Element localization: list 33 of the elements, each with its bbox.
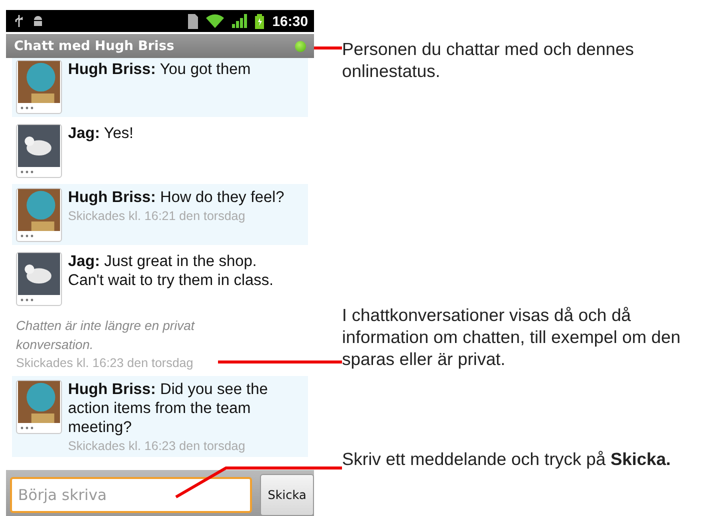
sent-timestamp: Skickades kl. 16:23 den torsdag — [68, 439, 246, 454]
message-input-field[interactable]: Börja skriva — [10, 477, 252, 513]
message-text: Hugh Briss: You got them — [68, 60, 252, 79]
callout-text: Personen du chattar med och dennes onlinestatus. — [342, 38, 635, 82]
sent-timestamp: Skickades kl. 16:21 den torsdag — [68, 209, 246, 224]
notice-text: Chatten är inte längre en privat konversation. — [16, 317, 196, 354]
signal-icon — [232, 14, 248, 28]
android-icon — [32, 14, 44, 28]
more-dots-icon — [20, 298, 34, 302]
callout-text: I chattkonversationer visas då och då information om chatten, till exempel om den sparas eller är privat. — [342, 304, 682, 370]
message-text: Jag: Yes! — [68, 124, 134, 143]
send-button[interactable]: Skicka — [260, 474, 314, 516]
chat-title: Chatt med Hugh Briss — [14, 38, 176, 54]
more-dots-icon — [20, 170, 34, 174]
globe-photo-placeholder — [17, 61, 61, 103]
message-text: Hugh Briss: How do they feel? — [68, 188, 286, 207]
status-time: 16:30 — [272, 13, 308, 29]
usb-icon — [14, 14, 24, 28]
globe-photo-placeholder — [17, 381, 61, 423]
message-text: Hugh Briss: Did you see the action items from the team meeting? — [68, 380, 269, 437]
battery-icon — [255, 14, 264, 28]
bird-photo-placeholder — [17, 125, 61, 167]
bird-photo-placeholder — [17, 253, 61, 295]
more-dots-icon — [20, 106, 34, 110]
more-dots-icon — [20, 426, 34, 430]
sent-timestamp: Skickades kl. 16:23 den torsdag — [16, 356, 194, 371]
leader-line — [314, 46, 342, 50]
message-text: Jag: Just great in the shop. Can't wait to try them in class. — [68, 252, 274, 290]
more-dots-icon — [20, 234, 34, 238]
wifi-icon — [206, 14, 224, 28]
globe-photo-placeholder — [17, 189, 61, 231]
sim-card-icon — [188, 14, 198, 28]
callout-text: Skriv ett meddelande och tryck på Skicka. — [342, 448, 672, 470]
